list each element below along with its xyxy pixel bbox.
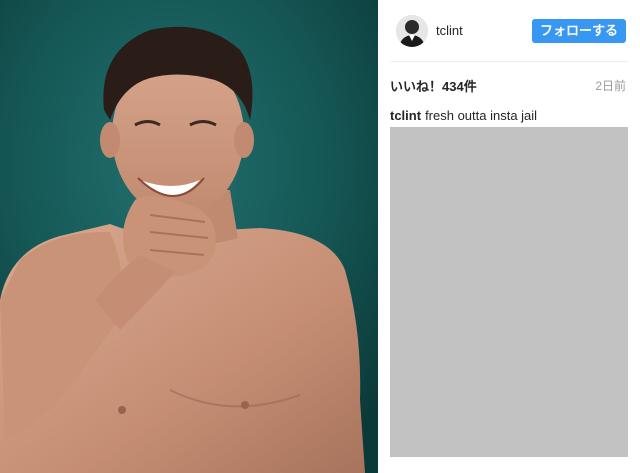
post-side-panel: tclint フォローする いいね！434件 2日前 tclint fresh o… — [378, 0, 640, 473]
profile-avatar-icon[interactable] — [396, 14, 428, 47]
username-link[interactable]: tclint — [436, 23, 532, 38]
post-timestamp[interactable]: 2日前 — [595, 77, 626, 94]
post-photo-illustration — [0, 0, 378, 473]
caption-text: fresh outta insta jail — [425, 108, 538, 123]
likes-row: いいね！434件 2日前 — [390, 76, 628, 94]
post-caption: tclint fresh outta insta jail — [390, 108, 628, 124]
follow-button[interactable]: フォローする — [531, 18, 626, 43]
caption-username[interactable]: tclint — [390, 108, 421, 123]
post-header: tclint フォローする — [390, 0, 628, 62]
instagram-post-embed: tclint フォローする いいね！434件 2日前 tclint fresh o… — [0, 0, 640, 473]
post-photo[interactable] — [0, 0, 378, 473]
likes-count[interactable]: いいね！434件 — [390, 76, 477, 95]
comments-placeholder — [390, 127, 628, 457]
